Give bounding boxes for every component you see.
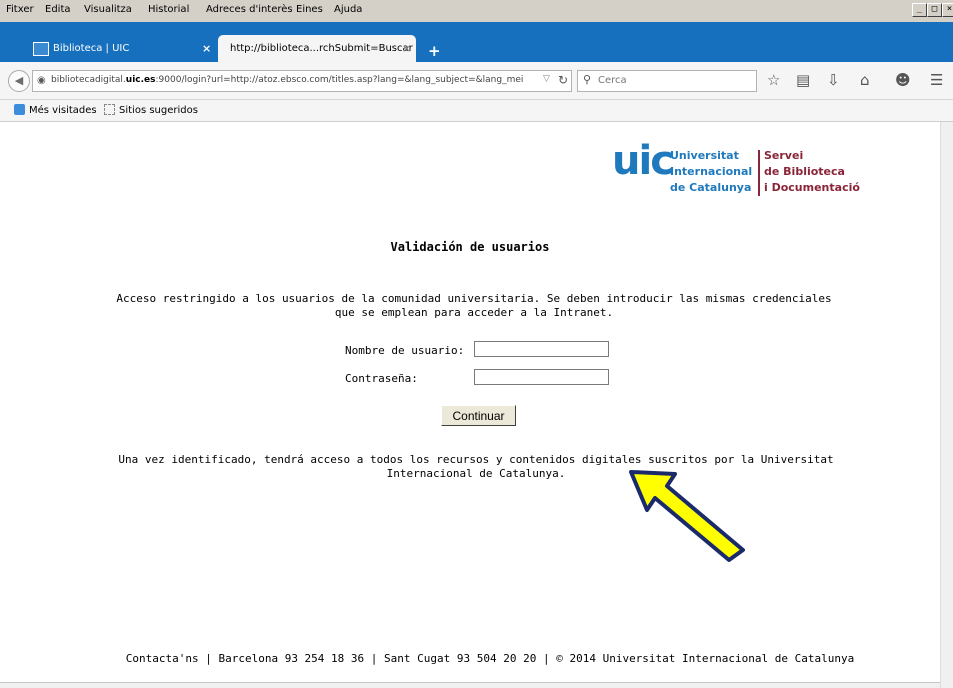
- continue-button[interactable]: Continuar: [441, 405, 516, 426]
- tab-close-icon[interactable]: ×: [202, 42, 211, 55]
- url-text: bibliotecadigital.uic.es:9000/login?url=…: [51, 75, 523, 85]
- download-icon[interactable]: ⇩: [827, 71, 840, 89]
- search-icon: ⚲: [583, 73, 592, 86]
- logo-line: i Documentació: [764, 181, 860, 194]
- logo-service-name: Servei de Biblioteca i Documentació: [764, 148, 860, 196]
- navigation-bar: ◀ ◉ bibliotecadigital.uic.es:9000/login?…: [0, 62, 953, 100]
- menu-edita[interactable]: Edita: [45, 4, 71, 15]
- logo-line: Internacional: [670, 165, 753, 178]
- most-visited-icon: [14, 104, 25, 115]
- password-input[interactable]: [474, 369, 609, 385]
- menu-eines[interactable]: Eines: [296, 4, 323, 15]
- footer-contact: Contacta'ns | Barcelona 93 254 18 36 | S…: [125, 652, 855, 665]
- logo-line: de Catalunya: [670, 181, 752, 194]
- url-host-prefix: bibliotecadigital.: [51, 75, 126, 85]
- tab-close-icon[interactable]: ×: [402, 42, 411, 55]
- menu-historial[interactable]: Historial: [148, 4, 189, 15]
- home-icon[interactable]: ⌂: [860, 71, 870, 89]
- menu-visualitza[interactable]: Visualitza: [84, 4, 132, 15]
- logo-university-name: Universitat Internacional de Catalunya: [670, 148, 752, 196]
- logo-divider: [758, 150, 760, 196]
- page-content: uic Universitat Internacional de Catalun…: [0, 122, 940, 682]
- username-input[interactable]: [474, 341, 609, 357]
- url-host-bold: uic.es: [125, 75, 156, 85]
- maximize-button[interactable]: □: [927, 3, 942, 17]
- new-tab-button[interactable]: +: [428, 42, 441, 60]
- bookmarks-bar: Més visitades Sitios sugeridos: [0, 100, 953, 122]
- bookmark-label: Més visitades: [29, 105, 97, 116]
- intro-text: Acceso restringido a los usuarios de la …: [116, 292, 832, 319]
- star-icon[interactable]: ☆: [767, 71, 780, 89]
- close-window-button[interactable]: ×: [942, 3, 953, 17]
- bookmark-label: Sitios sugeridos: [119, 105, 198, 116]
- bookmark-sitios-sugeridos[interactable]: Sitios sugeridos: [104, 104, 198, 116]
- vertical-scrollbar[interactable]: [940, 122, 953, 688]
- page-title: Validación de usuarios: [390, 240, 550, 254]
- globe-icon: ◉: [37, 75, 46, 86]
- search-placeholder: Cerca: [598, 75, 627, 86]
- logo-line: Servei: [764, 149, 804, 162]
- logo-line: Universitat: [670, 149, 739, 162]
- logo-mark: uic: [612, 138, 674, 184]
- browser-window: Fitxer Edita Visualitza Historial Adrece…: [0, 0, 953, 688]
- tab-label: http://biblioteca...rchSubmit=Buscar: [230, 43, 413, 54]
- horizontal-scrollbar[interactable]: [0, 682, 940, 688]
- uic-logo: uic Universitat Internacional de Catalun…: [612, 138, 872, 198]
- menu-icon[interactable]: ☰: [930, 71, 943, 89]
- back-icon[interactable]: ◀: [8, 70, 30, 92]
- logo-line: de Biblioteca: [764, 165, 845, 178]
- bookmark-mes-visitades[interactable]: Més visitades: [14, 104, 97, 116]
- menu-fitxer[interactable]: Fitxer: [6, 4, 34, 15]
- tab-biblioteca[interactable]: Biblioteca | UIC ×: [0, 35, 220, 62]
- bookmarks-icon[interactable]: ▤: [796, 71, 810, 89]
- minimize-button[interactable]: _: [912, 3, 927, 17]
- reload-icon[interactable]: ↻: [558, 73, 568, 87]
- menu-ajuda[interactable]: Ajuda: [334, 4, 362, 15]
- tab-login[interactable]: http://biblioteca...rchSubmit=Buscar ×: [218, 35, 416, 62]
- tab-label: Biblioteca | UIC: [53, 43, 130, 54]
- chat-icon[interactable]: ☻: [895, 71, 911, 89]
- url-bar[interactable]: ◉ bibliotecadigital.uic.es:9000/login?ur…: [32, 70, 572, 92]
- page-icon: [104, 104, 115, 115]
- url-rest: :9000/login?url=http://atoz.ebsco.com/ti…: [155, 75, 524, 85]
- menubar: Fitxer Edita Visualitza Historial Adrece…: [0, 0, 953, 23]
- uic-favicon-icon: [33, 42, 49, 56]
- annotation-arrow-icon: [629, 470, 745, 562]
- menu-adreces[interactable]: Adreces d'interès: [206, 4, 293, 15]
- search-input[interactable]: ⚲ Cerca: [577, 70, 757, 92]
- tab-strip: Biblioteca | UIC × http://biblioteca...r…: [0, 22, 953, 62]
- dropdown-icon[interactable]: ▽: [543, 74, 550, 84]
- username-label: Nombre de usuario:: [345, 344, 465, 357]
- password-label: Contraseña:: [345, 372, 418, 385]
